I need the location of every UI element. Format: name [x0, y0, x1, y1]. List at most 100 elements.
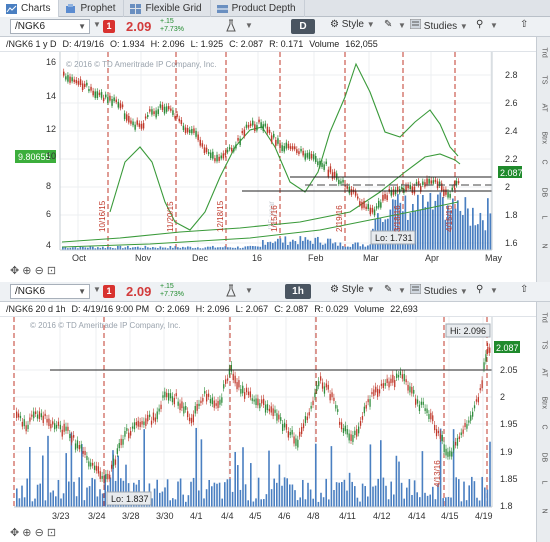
volume-bar — [224, 482, 226, 507]
candle-body — [163, 106, 166, 114]
tab-flexible-grid[interactable]: Flexible Grid — [124, 0, 211, 17]
pin-icon[interactable]: ⇧ — [520, 19, 528, 30]
sidebar-tab[interactable]: L — [541, 216, 548, 230]
candle-body — [382, 383, 384, 389]
sidebar-tab[interactable]: TS — [541, 341, 548, 355]
candle-body — [141, 421, 143, 425]
volume-bar — [267, 242, 269, 250]
sidebar-tab[interactable]: N — [541, 509, 548, 523]
candle-body — [128, 116, 130, 123]
volume-bar — [359, 246, 362, 250]
period-button[interactable]: 1h — [285, 284, 311, 299]
sidebar-tab[interactable]: Trd — [541, 313, 548, 327]
candle-body — [117, 101, 120, 108]
candle-body — [245, 387, 248, 393]
candle-body — [59, 424, 61, 430]
volume-bar — [278, 464, 281, 507]
candle-body — [165, 106, 168, 112]
studies-menu[interactable]: Studies ▼ — [409, 18, 468, 32]
top-price-chart[interactable]: © 2016 © TD Ameritrade IP Company, Inc. … — [0, 52, 536, 278]
chevron-down-icon[interactable]: ▼ — [398, 21, 406, 30]
candle-body — [207, 152, 210, 155]
volume-bar — [252, 501, 255, 507]
zoom-out-icon[interactable]: ⊖ — [35, 265, 44, 277]
info-close: C: 2.087 — [229, 39, 264, 49]
candle-body — [316, 385, 318, 392]
sidebar-tab[interactable]: Btrx — [541, 397, 548, 411]
volume-bar — [36, 484, 39, 507]
zoom-out-icon[interactable]: ⊖ — [35, 527, 44, 539]
link-badge[interactable]: 1 — [103, 285, 115, 298]
chevron-down-icon[interactable]: ▼ — [490, 21, 498, 30]
sidebar-tab[interactable]: AT — [541, 104, 548, 118]
sidebar-tab[interactable]: C — [541, 425, 548, 439]
candle-body — [149, 109, 151, 112]
fit-icon[interactable]: ⊡ — [47, 265, 56, 277]
candle-body — [130, 431, 132, 436]
tab-prophet[interactable]: Prophet — [59, 0, 125, 17]
candle-body — [261, 399, 263, 404]
studies-menu[interactable]: Studies ▼ — [409, 283, 468, 297]
top-zoom-controls: ✥ ⊕ ⊖ ⊡ — [10, 264, 56, 277]
style-menu[interactable]: ⚙ Style ▼ — [330, 284, 375, 295]
zoom-icon[interactable]: ⚲ — [476, 19, 483, 30]
chevron-down-icon[interactable]: ▼ — [245, 21, 253, 30]
pin-icon[interactable]: ⇧ — [520, 284, 528, 295]
sidebar-tab[interactable]: AT — [541, 369, 548, 383]
symbol-input[interactable]: /NGK6 ▼ — [10, 19, 90, 34]
volume-bar — [445, 497, 447, 507]
candle-body — [331, 172, 334, 179]
chevron-down-icon[interactable]: ▼ — [93, 20, 101, 29]
x-axis-label: Apr — [425, 253, 439, 263]
candle-body — [181, 401, 183, 409]
candle-body — [384, 383, 386, 386]
zoom-icon[interactable]: ⚲ — [476, 284, 483, 295]
candle-body — [407, 384, 409, 391]
flask-icon[interactable] — [226, 284, 236, 300]
bottom-price-chart[interactable]: © 2016 © TD Ameritrade IP Company, Inc. … — [0, 317, 536, 542]
sidebar-tab[interactable]: Btrx — [541, 132, 548, 146]
pencil-icon[interactable]: ✎ — [384, 19, 392, 30]
zoom-in-icon[interactable]: ⊕ — [22, 265, 31, 277]
sidebar-tab[interactable]: L — [541, 481, 548, 495]
candle-body — [361, 201, 363, 209]
candle-body — [359, 421, 362, 426]
style-menu[interactable]: ⚙ Style ▼ — [330, 19, 375, 30]
tab-charts[interactable]: Charts — [0, 0, 60, 17]
right-axis-label: 2.2 — [505, 154, 518, 164]
volume-bar — [467, 208, 469, 250]
candle-body — [211, 397, 213, 405]
chevron-down-icon[interactable]: ▼ — [398, 286, 406, 295]
candle-body — [386, 195, 388, 201]
sidebar-tab[interactable]: TS — [541, 76, 548, 90]
pencil-icon[interactable]: ✎ — [384, 284, 392, 295]
candle-body — [203, 147, 206, 153]
chevron-down-icon[interactable]: ▼ — [490, 286, 498, 295]
chevron-down-icon[interactable]: ▼ — [245, 286, 253, 295]
candle-body — [249, 123, 252, 127]
move-icon[interactable]: ✥ — [10, 527, 19, 539]
zoom-in-icon[interactable]: ⊕ — [22, 527, 31, 539]
symbol-input[interactable]: /NGK6 ▼ — [10, 284, 90, 299]
move-icon[interactable]: ✥ — [10, 265, 19, 277]
volume-bar — [413, 480, 416, 507]
volume-bar — [169, 500, 171, 507]
volume-bar — [268, 450, 270, 507]
volume-bar — [309, 240, 312, 250]
candle-body — [120, 438, 122, 446]
event-label: 12/18/15 — [216, 200, 225, 232]
sidebar-tab[interactable]: DB — [541, 453, 548, 467]
fit-icon[interactable]: ⊡ — [47, 527, 56, 539]
flask-icon[interactable] — [226, 19, 236, 35]
candle-body — [258, 119, 260, 123]
sidebar-tab[interactable]: DB — [541, 188, 548, 202]
sidebar-tab[interactable]: N — [541, 244, 548, 258]
sidebar-tab[interactable]: C — [541, 160, 548, 174]
volume-bar — [83, 500, 86, 507]
tab-product-depth[interactable]: Product Depth — [211, 0, 305, 17]
period-button[interactable]: D — [291, 19, 315, 34]
chevron-down-icon[interactable]: ▼ — [93, 285, 101, 294]
sidebar-tab[interactable]: Trd — [541, 48, 548, 62]
link-badge[interactable]: 1 — [103, 20, 115, 33]
volume-bar — [393, 494, 395, 507]
